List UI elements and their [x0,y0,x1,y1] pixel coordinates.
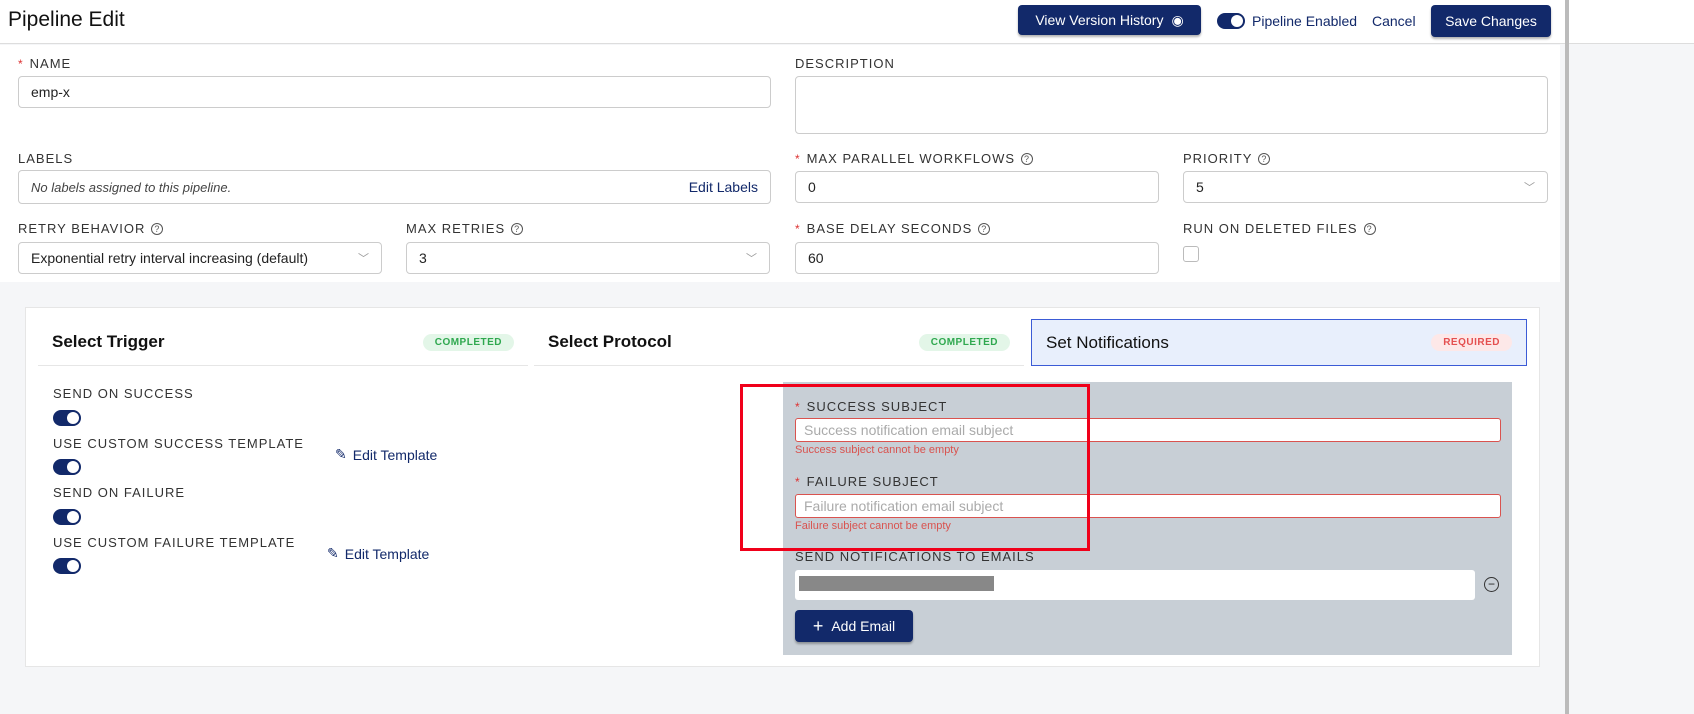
help-icon[interactable]: ? [511,222,524,235]
pencil-icon: ✎ [327,545,339,561]
pipeline-enabled-label: Pipeline Enabled [1252,13,1358,29]
priority-value: 5 [1196,179,1204,195]
plus-icon: + [812,615,824,636]
view-version-history-button[interactable]: View Version History ◉ [1018,5,1201,35]
tab-label: Set Notifications [1046,332,1169,352]
chevron-down-icon: ﹀ [358,253,369,265]
edit-failure-template-link[interactable]: ✎ Edit Template [327,545,429,562]
pipeline-enabled-toggle[interactable] [1217,13,1245,29]
email-input[interactable] [795,570,1475,600]
edit-labels-link[interactable]: Edit Labels [689,179,758,195]
tab-select-trigger[interactable]: Select Trigger COMPLETED [38,319,528,366]
edit-template-label: Edit Template [352,446,438,463]
custom-success-toggle[interactable] [53,459,81,475]
max-retries-label-text: MAX RETRIES [406,221,506,236]
labels-label: LABELS [18,151,74,166]
chevron-down-icon: ﹀ [1524,182,1535,194]
base-delay-input[interactable]: 60 [795,242,1159,274]
description-label: DESCRIPTION [795,56,895,71]
chevron-down-icon: ﹀ [746,253,757,265]
eye-icon: ◉ [1171,11,1184,28]
name-label-text: NAME [29,56,72,71]
retry-behavior-select[interactable]: Exponential retry interval increasing (d… [18,242,382,274]
send-success-label: SEND ON SUCCESS [53,386,194,401]
retry-behavior-label: RETRY BEHAVIOR? [18,221,164,236]
emails-label: SEND NOTIFICATIONS TO EMAILS [795,549,1035,564]
run-deleted-label: RUN ON DELETED FILES? [1183,221,1376,236]
add-email-button[interactable]: + Add Email [795,610,913,642]
base-delay-label-text: BASE DELAY SECONDS [806,221,973,236]
priority-label: PRIORITY? [1183,151,1271,166]
help-icon[interactable]: ? [1258,152,1271,165]
add-email-label: Add Email [831,618,896,634]
send-failure-label: SEND ON FAILURE [53,485,186,500]
labels-empty-text: No labels assigned to this pipeline. [31,179,232,195]
max-parallel-input[interactable]: 0 [795,171,1159,203]
tab-label: Select Trigger [52,332,165,351]
retry-value: Exponential retry interval increasing (d… [31,250,309,266]
help-icon[interactable]: ? [151,222,164,235]
max-retries-value: 3 [419,250,427,266]
run-deleted-label-text: RUN ON DELETED FILES [1183,221,1358,236]
custom-failure-label: USE CUSTOM FAILURE TEMPLATE [53,535,296,550]
help-icon[interactable]: ? [1021,152,1034,165]
status-badge: COMPLETED [918,333,1010,351]
max-retries-label: MAX RETRIES? [406,221,524,236]
cancel-button[interactable]: Cancel [1372,13,1416,29]
remove-email-icon[interactable]: − [1484,577,1499,592]
tab-select-protocol[interactable]: Select Protocol COMPLETED [534,319,1024,366]
max-parallel-label: * MAX PARALLEL WORKFLOWS? [795,151,1034,166]
priority-label-text: PRIORITY [1183,151,1253,166]
send-failure-toggle[interactable] [53,509,81,525]
priority-select[interactable]: 5 ﹀ [1183,171,1548,203]
status-badge: COMPLETED [422,333,514,351]
edit-success-template-link[interactable]: ✎ Edit Template [335,446,437,463]
description-textarea[interactable] [795,76,1548,134]
redacted-email [799,576,994,591]
view-version-history-label: View Version History [1035,12,1164,28]
retry-label-text: RETRY BEHAVIOR [18,221,146,236]
status-badge: REQUIRED [1431,334,1512,351]
max-retries-select[interactable]: 3 ﹀ [406,242,770,274]
base-delay-label: * BASE DELAY SECONDS? [795,221,991,236]
scrollbar[interactable] [1565,0,1569,714]
custom-success-label: USE CUSTOM SUCCESS TEMPLATE [53,436,304,451]
name-input[interactable]: emp-x [18,76,771,108]
name-label: * NAME [18,56,72,71]
help-icon[interactable]: ? [1363,222,1376,235]
tab-label: Select Protocol [548,332,672,351]
pencil-icon: ✎ [335,446,347,462]
tab-set-notifications[interactable]: Set Notifications REQUIRED [1031,319,1527,366]
send-success-toggle[interactable] [53,410,81,426]
edit-template-label: Edit Template [344,545,430,562]
custom-failure-toggle[interactable] [53,558,81,574]
max-parallel-label-text: MAX PARALLEL WORKFLOWS [806,151,1016,166]
page-title: Pipeline Edit [8,8,125,31]
labels-field: No labels assigned to this pipeline. Edit… [18,170,771,204]
highlight-annotation-box [740,384,1090,551]
save-changes-button[interactable]: Save Changes [1431,5,1551,37]
help-icon[interactable]: ? [978,222,991,235]
run-deleted-checkbox[interactable] [1183,246,1199,262]
